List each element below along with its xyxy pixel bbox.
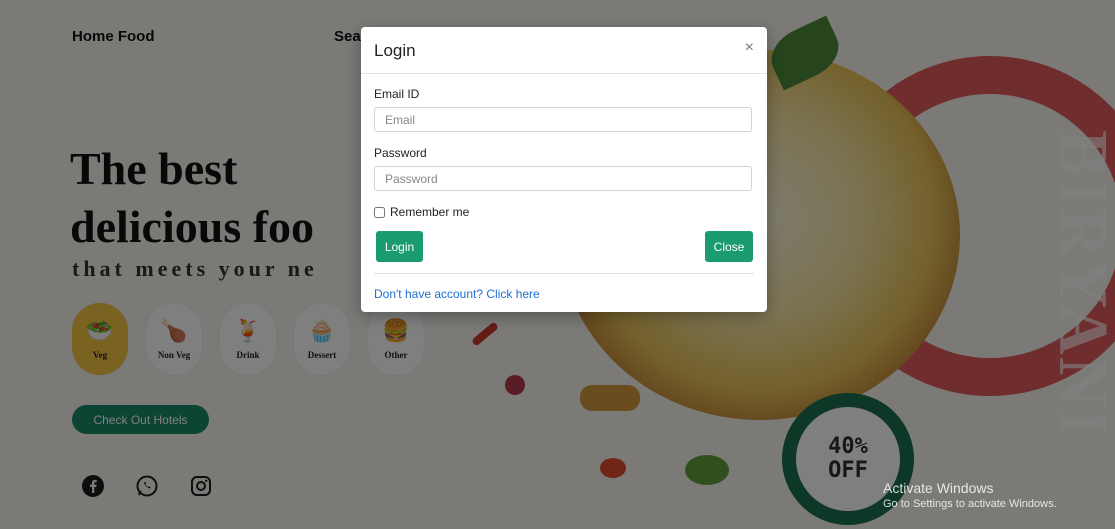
login-modal: Login × Email ID Password Remember me Lo… bbox=[361, 27, 767, 312]
close-icon[interactable]: × bbox=[745, 39, 754, 57]
password-label: Password bbox=[374, 146, 427, 160]
password-field[interactable] bbox=[374, 166, 752, 191]
email-label: Email ID bbox=[374, 87, 420, 101]
close-button[interactable]: Close bbox=[705, 231, 753, 262]
remember-me-checkbox[interactable] bbox=[374, 206, 385, 218]
login-button[interactable]: Login bbox=[376, 231, 423, 262]
windows-activation-watermark: Activate Windows Go to Settings to activ… bbox=[883, 479, 1057, 512]
signup-link[interactable]: Don't have account? Click here bbox=[374, 287, 540, 301]
remember-me-option[interactable]: Remember me bbox=[374, 205, 469, 219]
email-field[interactable] bbox=[374, 107, 752, 132]
watermark-subtitle: Go to Settings to activate Windows. bbox=[883, 498, 1057, 510]
remember-me-label: Remember me bbox=[390, 205, 470, 219]
modal-header: Login × bbox=[361, 27, 767, 74]
modal-title: Login bbox=[374, 41, 416, 60]
modal-divider bbox=[374, 273, 754, 274]
watermark-title: Activate Windows bbox=[883, 480, 994, 496]
